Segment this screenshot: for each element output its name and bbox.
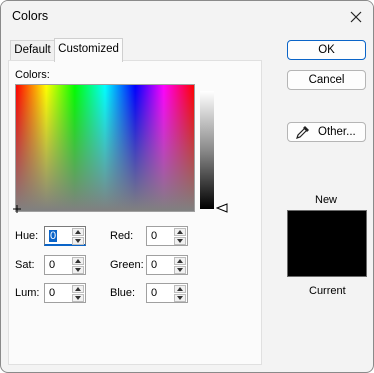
green-value: 0: [151, 259, 158, 271]
red-up-button[interactable]: [174, 228, 186, 236]
lum-value: 0: [49, 287, 56, 299]
sat-input[interactable]: 0: [44, 255, 86, 275]
arrow-up-icon: [75, 259, 81, 263]
hue-down-button[interactable]: [72, 237, 84, 245]
blue-up-button[interactable]: [174, 285, 186, 293]
red-label: Red:: [110, 230, 134, 242]
tab-default[interactable]: Default: [10, 40, 55, 61]
arrow-up-icon: [75, 230, 81, 234]
hue-label: Hue:: [15, 230, 39, 242]
sat-value: 0: [49, 259, 56, 271]
arrow-down-icon: [177, 239, 183, 243]
cancel-button[interactable]: Cancel: [287, 70, 366, 90]
arrow-down-icon: [75, 268, 81, 272]
green-label: Green:: [110, 259, 144, 271]
blue-value: 0: [151, 287, 158, 299]
arrow-down-icon: [177, 296, 183, 300]
arrow-down-icon: [177, 268, 183, 272]
blue-label: Blue:: [110, 287, 136, 299]
colors-label: Colors:: [15, 69, 50, 81]
arrow-up-icon: [177, 287, 183, 291]
title-bar: Colors: [1, 1, 373, 33]
other-button-label: Other...: [318, 126, 356, 138]
arrow-up-icon: [177, 259, 183, 263]
current-label: Current: [309, 285, 346, 297]
luminance-arrow-icon[interactable]: [216, 203, 228, 213]
lum-label: Lum:: [15, 287, 40, 299]
green-down-button[interactable]: [174, 266, 186, 274]
new-label: New: [315, 194, 338, 206]
close-icon: [350, 11, 362, 23]
other-button[interactable]: Other...: [287, 122, 366, 142]
tab-customized[interactable]: Customized: [54, 38, 123, 62]
red-down-button[interactable]: [174, 237, 186, 245]
lum-up-button[interactable]: [72, 285, 84, 293]
luminance-slider[interactable]: [200, 91, 214, 209]
color-spectrum[interactable]: [15, 84, 195, 212]
hue-up-button[interactable]: [72, 228, 84, 236]
arrow-up-icon: [75, 287, 81, 291]
dialog-title: Colors: [12, 9, 49, 23]
hue-input[interactable]: 0: [44, 226, 86, 246]
green-input[interactable]: 0: [146, 255, 188, 275]
green-up-button[interactable]: [174, 257, 186, 265]
lum-down-button[interactable]: [72, 294, 84, 302]
sat-down-button[interactable]: [72, 266, 84, 274]
eyedropper-icon: [296, 126, 309, 139]
arrow-down-icon: [75, 239, 81, 243]
colors-dialog: Colors Default Customized Colors: Hue: 0…: [0, 0, 374, 373]
sat-up-button[interactable]: [72, 257, 84, 265]
red-value: 0: [151, 230, 158, 242]
close-button[interactable]: [341, 2, 371, 32]
lum-input[interactable]: 0: [44, 283, 86, 303]
blue-down-button[interactable]: [174, 294, 186, 302]
sat-label: Sat:: [15, 259, 35, 271]
ok-button[interactable]: OK: [287, 40, 366, 60]
blue-input[interactable]: 0: [146, 283, 188, 303]
arrow-up-icon: [177, 230, 183, 234]
arrow-down-icon: [75, 296, 81, 300]
crosshair-icon: [13, 205, 21, 213]
red-input[interactable]: 0: [146, 226, 188, 246]
color-preview: [287, 210, 367, 277]
hue-value: 0: [49, 230, 58, 242]
